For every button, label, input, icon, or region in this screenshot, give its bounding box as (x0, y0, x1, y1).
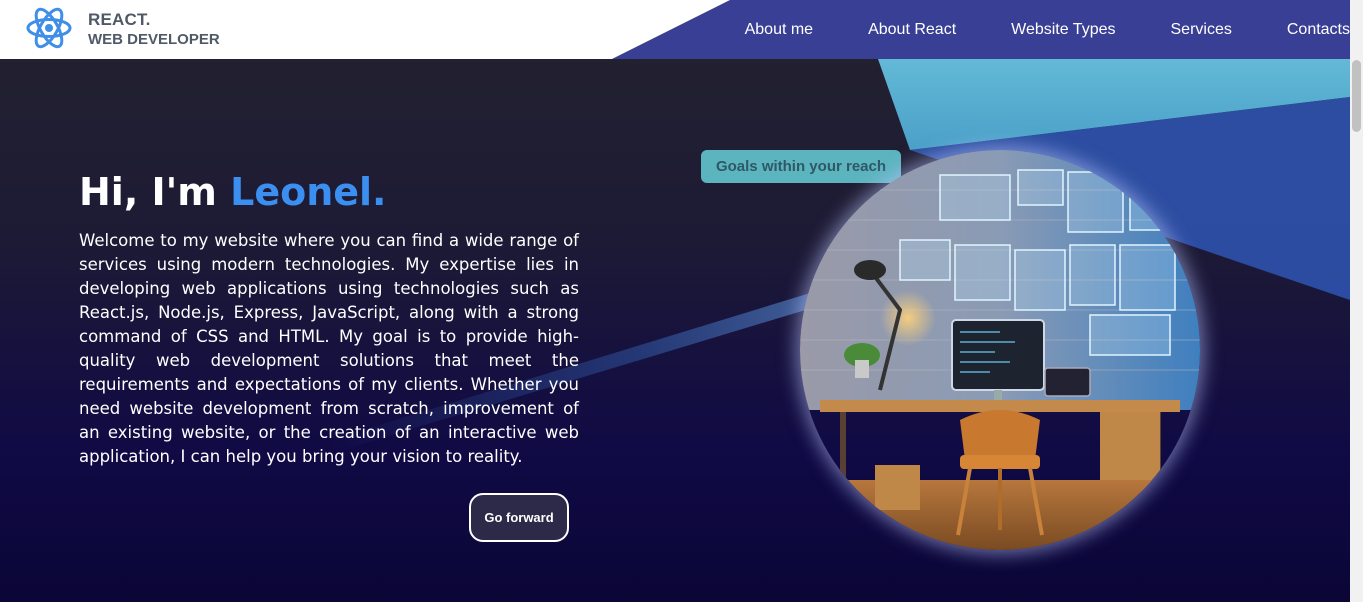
nav-item-about-react[interactable]: About React (868, 21, 956, 39)
goals-badge: Goals within your reach (701, 150, 901, 183)
workspace-illustration-art (800, 150, 1200, 550)
hero-greeting: Hi, I'm (79, 170, 217, 214)
nav-item-website-types[interactable]: Website Types (1011, 21, 1115, 39)
workspace-illustration (800, 150, 1200, 550)
main-nav: About me About React Website Types Servi… (690, 0, 1350, 59)
nav-item-contacts[interactable]: Contacts (1287, 21, 1350, 39)
hero-name: Leonel. (230, 170, 387, 214)
react-atom-icon[interactable] (25, 5, 73, 51)
brand-title[interactable]: REACT. (88, 10, 151, 30)
nav-item-about-me[interactable]: About me (745, 21, 813, 39)
scrollbar-thumb[interactable] (1352, 60, 1361, 132)
page-scrollbar[interactable] (1350, 0, 1363, 602)
brand-subtitle[interactable]: WEB DEVELOPER (88, 31, 220, 48)
nav-item-services[interactable]: Services (1171, 21, 1232, 39)
hero-heading: Hi, I'm Leonel. (79, 170, 387, 214)
hero-description: Welcome to my website where you can find… (79, 231, 579, 466)
go-forward-button[interactable]: Go forward (469, 493, 569, 542)
